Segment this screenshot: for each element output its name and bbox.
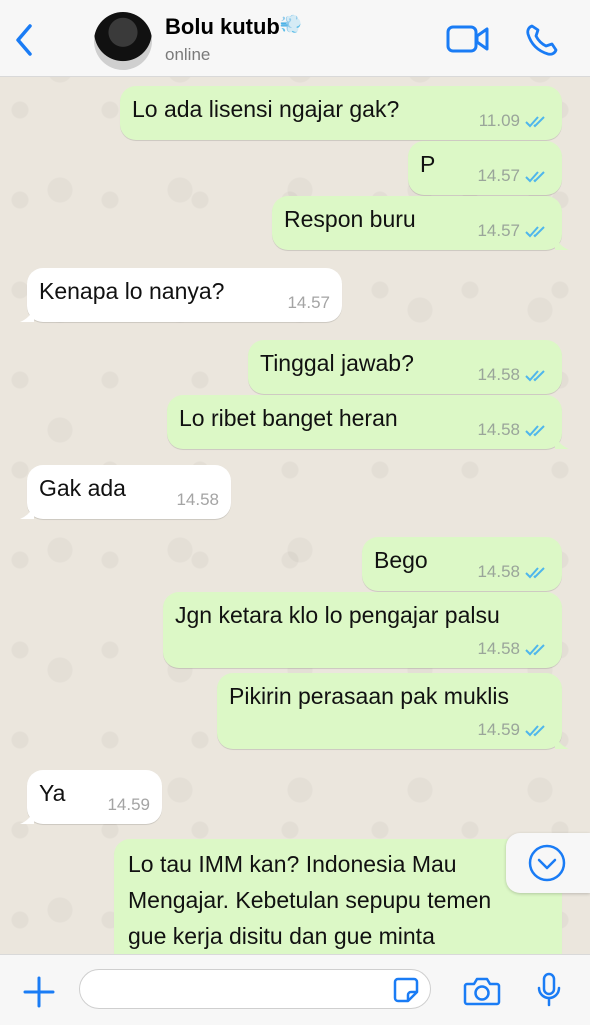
sticker-icon bbox=[393, 977, 419, 1003]
message-text: Kenapa lo nanya? bbox=[39, 278, 225, 304]
message-outgoing[interactable]: Bego 14.58 bbox=[362, 537, 562, 591]
message-text: Tinggal jawab? bbox=[260, 350, 414, 376]
message-time: 14.59 bbox=[107, 795, 150, 814]
double-check-icon bbox=[525, 226, 545, 238]
message-text: Pikirin perasaan pak muklis bbox=[229, 683, 509, 709]
video-call-button[interactable] bbox=[446, 24, 490, 59]
double-check-icon bbox=[525, 116, 545, 128]
contact-name[interactable]: Bolu kutub💨 bbox=[165, 14, 302, 40]
message-time: 14.57 bbox=[477, 221, 520, 240]
message-text: Respon buru bbox=[284, 206, 416, 232]
camera-icon bbox=[463, 977, 501, 1006]
bubble-tail bbox=[555, 735, 569, 749]
voice-message-button[interactable] bbox=[536, 972, 562, 1013]
message-outgoing[interactable]: Lo ada lisensi ngajar gak? 11.09 bbox=[120, 86, 562, 140]
chat-header: Bolu kutub💨 online bbox=[0, 0, 590, 77]
message-outgoing[interactable]: Respon buru 14.57 bbox=[272, 196, 569, 250]
message-time: 11.09 bbox=[478, 111, 520, 130]
bubble-tail bbox=[20, 505, 34, 519]
message-outgoing[interactable]: P 14.57 bbox=[408, 141, 562, 195]
plus-icon bbox=[23, 976, 55, 1008]
composer-bar bbox=[0, 954, 590, 1025]
message-incoming[interactable]: Kenapa lo nanya? 14.57 bbox=[20, 268, 342, 322]
double-check-icon bbox=[525, 567, 545, 579]
attach-button[interactable] bbox=[22, 975, 56, 1014]
message-text: Ya bbox=[39, 780, 66, 806]
message-input[interactable] bbox=[79, 969, 431, 1009]
message-text: Lo ribet banget heran bbox=[179, 405, 398, 431]
message-outgoing[interactable]: Tinggal jawab? 14.58 bbox=[248, 340, 562, 394]
message-incoming[interactable]: Ya 14.59 bbox=[20, 770, 162, 824]
contact-status: online bbox=[165, 45, 211, 64]
message-time: 14.58 bbox=[477, 562, 520, 581]
voice-call-button[interactable] bbox=[524, 22, 560, 63]
double-check-icon bbox=[525, 370, 545, 382]
message-time: 14.58 bbox=[477, 420, 520, 439]
message-outgoing[interactable]: Pikirin perasaan pak muklis 14.59 bbox=[217, 673, 569, 749]
video-camera-icon bbox=[446, 25, 489, 53]
double-check-icon bbox=[525, 725, 545, 737]
sticker-button[interactable] bbox=[392, 976, 420, 1009]
chevron-down-circle-icon bbox=[528, 844, 566, 882]
message-incoming[interactable]: Gak ada 14.58 bbox=[20, 465, 231, 519]
message-time: 14.58 bbox=[477, 365, 520, 384]
wind-emoji: 💨 bbox=[279, 14, 303, 34]
message-list[interactable]: Lo ada lisensi ngajar gak? 11.09 P 14.57… bbox=[0, 76, 590, 954]
double-check-icon bbox=[525, 644, 545, 656]
message-outgoing[interactable]: Lo tau IMM kan? Indonesia Mau Mengajar. … bbox=[114, 839, 562, 954]
message-time: 14.57 bbox=[287, 293, 330, 312]
contact-name-text: Bolu kutub bbox=[165, 14, 280, 39]
message-text: Lo ada lisensi ngajar gak? bbox=[132, 96, 400, 122]
message-outgoing[interactable]: Lo ribet banget heran 14.58 bbox=[167, 395, 569, 449]
double-check-icon bbox=[525, 171, 545, 183]
message-text: P bbox=[420, 151, 436, 177]
avatar[interactable] bbox=[94, 12, 152, 70]
message-text: Bego bbox=[374, 547, 428, 573]
double-check-icon bbox=[525, 425, 545, 437]
microphone-icon bbox=[537, 972, 561, 1007]
bubble-tail bbox=[20, 810, 34, 824]
bubble-tail bbox=[555, 236, 569, 250]
message-text-line: gue kerja disitu dan gue minta bbox=[128, 923, 435, 949]
message-time: 14.58 bbox=[477, 639, 520, 658]
message-text-line: Mengajar. Kebetulan sepupu temen bbox=[128, 887, 492, 913]
message-outgoing[interactable]: Jgn ketara klo lo pengajar palsu 14.58 bbox=[163, 592, 562, 668]
message-text: Jgn ketara klo lo pengajar palsu bbox=[175, 602, 500, 628]
message-text-line: Lo tau IMM kan? Indonesia Mau bbox=[128, 851, 457, 877]
camera-button[interactable] bbox=[463, 975, 501, 1012]
message-time: 14.58 bbox=[176, 490, 219, 509]
message-time: 14.59 bbox=[477, 720, 520, 739]
back-button[interactable] bbox=[10, 20, 40, 60]
message-text: Gak ada bbox=[39, 475, 126, 501]
scroll-to-bottom-button[interactable] bbox=[506, 833, 590, 893]
bubble-tail bbox=[20, 308, 34, 322]
bubble-tail bbox=[555, 435, 569, 449]
message-time: 14.57 bbox=[477, 166, 520, 185]
chevron-left-icon bbox=[16, 24, 32, 56]
phone-icon bbox=[526, 24, 558, 56]
